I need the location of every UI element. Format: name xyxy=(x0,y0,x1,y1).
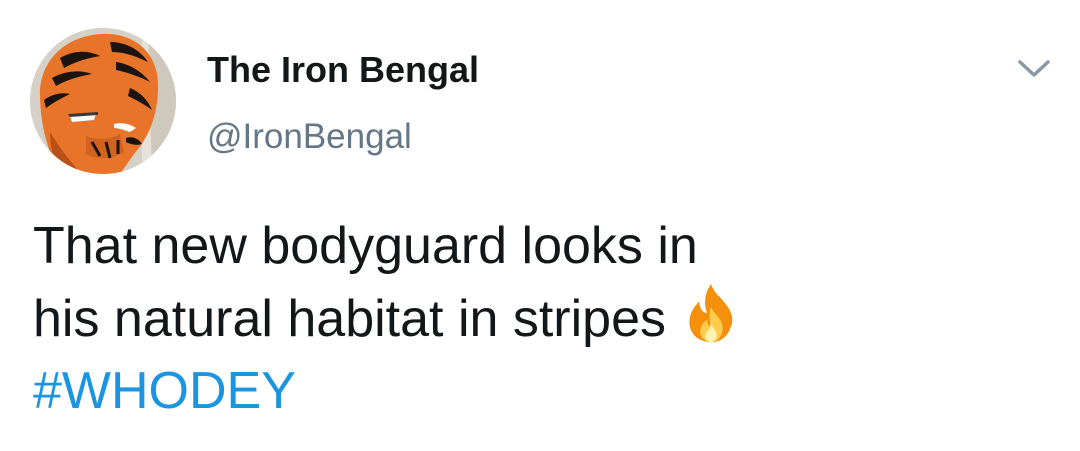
chevron-down-icon[interactable] xyxy=(1014,52,1054,84)
hashtag-link[interactable]: #WHODEY xyxy=(33,355,1033,427)
avatar[interactable] xyxy=(30,28,176,174)
tweet-text-line-2: his natural habitat in stripes xyxy=(33,290,667,348)
tweet-text-line-1: That new bodyguard looks in xyxy=(33,217,698,275)
user-handle[interactable]: @IronBengal xyxy=(207,115,412,159)
tweet-text: That new bodyguard looks in his natural … xyxy=(33,210,1033,427)
tweet-text-line-2-row: his natural habitat in stripes xyxy=(33,282,1033,355)
fire-icon xyxy=(680,282,742,344)
iron-bengal-helmet-image xyxy=(30,28,176,174)
display-name[interactable]: The Iron Bengal xyxy=(207,48,479,92)
tweet-card: The Iron Bengal @IronBengal That new bod… xyxy=(0,0,1080,451)
